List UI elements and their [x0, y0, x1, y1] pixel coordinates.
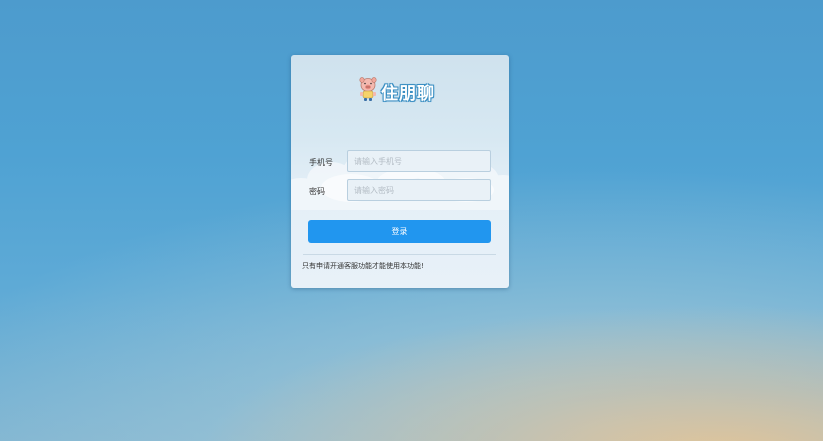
login-card: 住朋聊 手机号 密码 登录 只有申请开通客服功能才能使用本功能! — [291, 55, 509, 288]
brand-logo-text: 住朋聊 — [381, 84, 435, 104]
divider — [303, 254, 496, 255]
password-label: 密码 — [309, 187, 325, 196]
phone-label: 手机号 — [309, 158, 333, 167]
pig-mascot-icon — [359, 77, 377, 101]
phone-input[interactable] — [347, 150, 491, 172]
notice-text: 只有申请开通客服功能才能使用本功能! — [302, 262, 424, 270]
login-button[interactable]: 登录 — [308, 220, 491, 243]
password-input[interactable] — [347, 179, 491, 201]
brand-logo: 住朋聊 — [357, 76, 447, 104]
